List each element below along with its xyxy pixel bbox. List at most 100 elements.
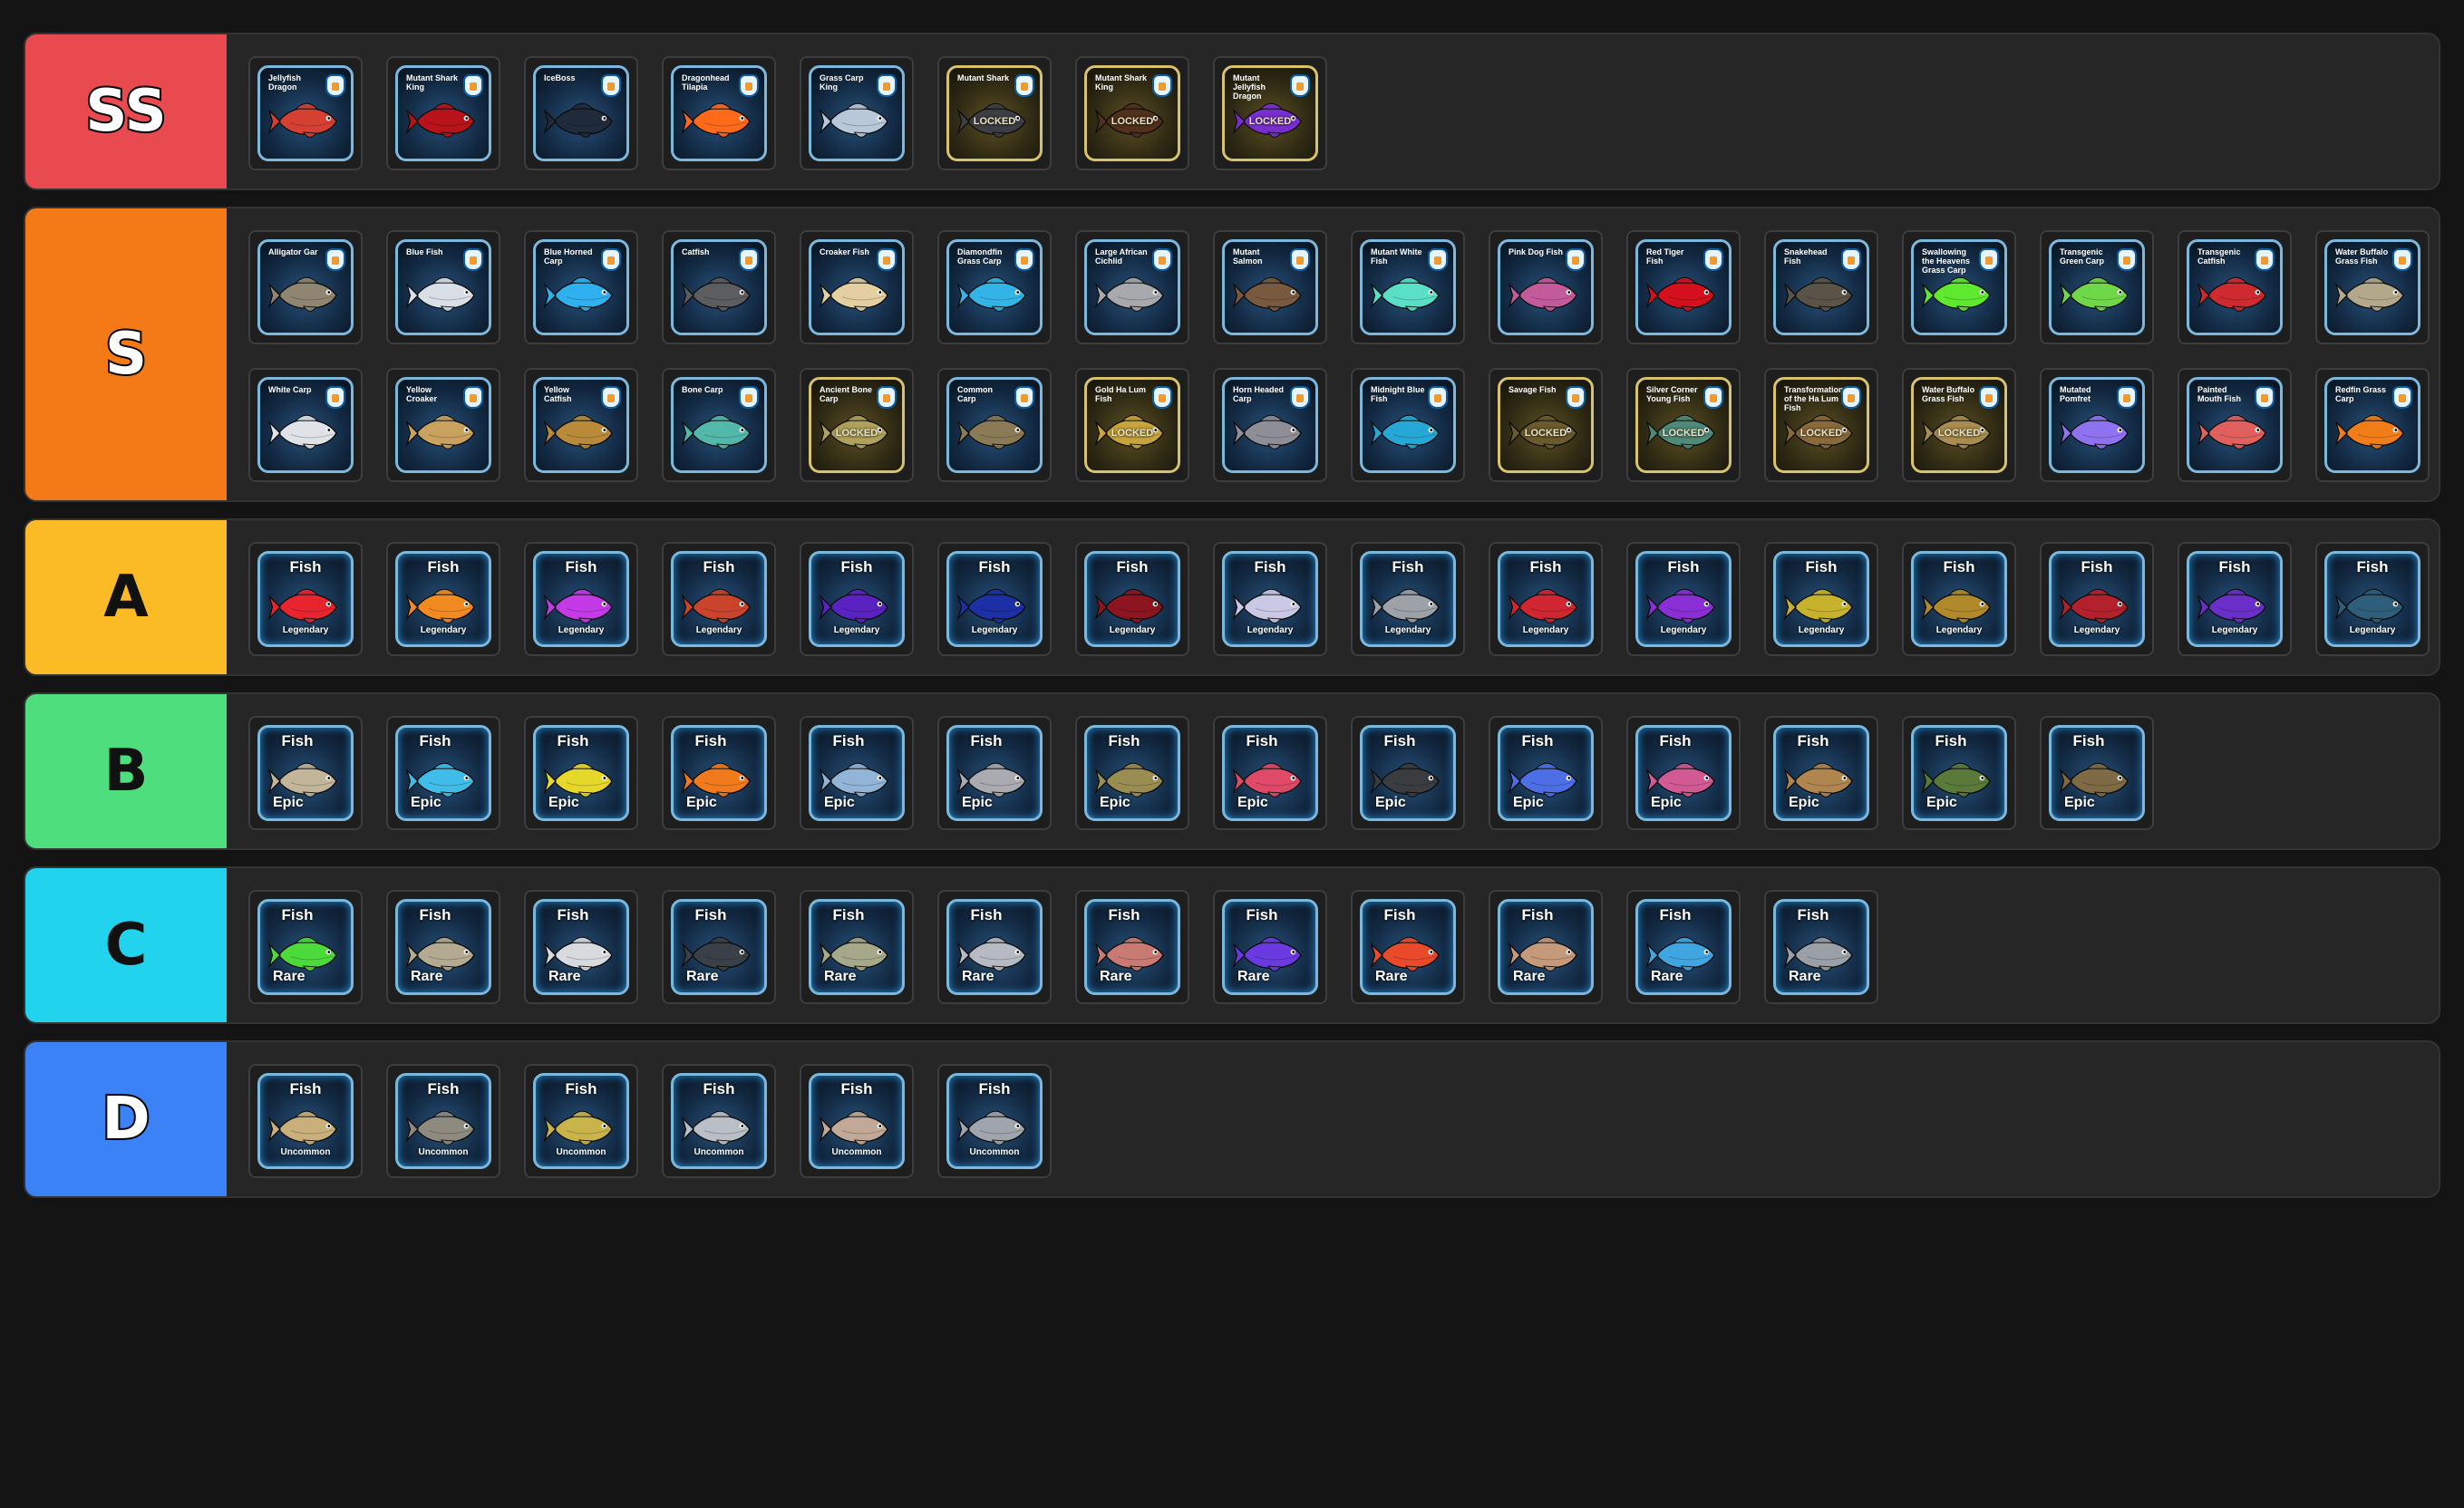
fish-card[interactable]: Fish Epic [937, 716, 1052, 830]
fish-card[interactable]: Fish Legendary [2040, 542, 2154, 656]
fish-card[interactable]: Fish Legendary [1489, 542, 1603, 656]
fish-card[interactable]: Fish Rare [662, 890, 776, 1004]
fish-card[interactable]: Jellyfish Dragon [248, 56, 363, 170]
fish-card[interactable]: Blue Horned Carp [524, 230, 638, 344]
fish-card[interactable]: Gold Ha Lum Fish LOCKED [1075, 368, 1189, 482]
fish-card[interactable]: Fish Rare [386, 890, 500, 1004]
fish-card[interactable]: Fish Uncommon [800, 1064, 914, 1178]
fish-card[interactable]: Fish Legendary [386, 542, 500, 656]
fish-card[interactable]: Fish Epic [386, 716, 500, 830]
fish-card[interactable]: Horn Headed Carp [1213, 368, 1327, 482]
tier-label[interactable]: SS [25, 34, 227, 188]
fish-card[interactable]: Red Tiger Fish [1626, 230, 1741, 344]
fish-card[interactable]: Fish Epic [1764, 716, 1878, 830]
fish-card[interactable]: Water Buffalo Grass Fish [2315, 230, 2430, 344]
fish-card[interactable]: Bone Carp [662, 368, 776, 482]
fish-card[interactable]: Fish Uncommon [662, 1064, 776, 1178]
fish-card[interactable]: Savage Fish LOCKED [1489, 368, 1603, 482]
fish-card[interactable]: Snakehead Fish [1764, 230, 1878, 344]
fish-card[interactable]: Transgenic Catfish [2178, 230, 2292, 344]
fish-name: Fish [978, 1080, 1011, 1097]
fish-card[interactable]: Swallowing the Heavens Grass Carp [1902, 230, 2016, 344]
fish-icon [267, 414, 337, 450]
fish-card[interactable]: Diamondfin Grass Carp [937, 230, 1052, 344]
fish-card[interactable]: Fish Legendary [2178, 542, 2292, 656]
fish-card[interactable]: Fish Legendary [2315, 542, 2430, 656]
fish-card[interactable]: Grass Carp King [800, 56, 914, 170]
fish-card[interactable]: Fish Rare [1075, 890, 1189, 1004]
fish-card[interactable]: Pink Dog Fish [1489, 230, 1603, 344]
fish-card[interactable]: Water Buffalo Grass Fish LOCKED [1902, 368, 2016, 482]
fish-card[interactable]: Transgenic Green Carp [2040, 230, 2154, 344]
fish-card[interactable]: Fish Legendary [1626, 542, 1741, 656]
fish-card[interactable]: Fish Rare [800, 890, 914, 1004]
fish-card[interactable]: Mutated Pomfret [2040, 368, 2154, 482]
fish-card[interactable]: Fish Rare [248, 890, 363, 1004]
fish-card[interactable]: Fish Uncommon [248, 1064, 363, 1178]
fish-card[interactable]: Blue Fish [386, 230, 500, 344]
fish-card[interactable]: Mutant Shark LOCKED [937, 56, 1052, 170]
fish-card[interactable]: Fish Legendary [800, 542, 914, 656]
fish-card[interactable]: Fish Legendary [937, 542, 1052, 656]
fish-card[interactable]: Yellow Croaker [386, 368, 500, 482]
tier-label[interactable]: C [25, 868, 227, 1022]
fish-card[interactable]: White Carp [248, 368, 363, 482]
fish-card[interactable]: Fish Rare [1764, 890, 1878, 1004]
fish-card[interactable]: Fish Rare [1213, 890, 1327, 1004]
fish-card[interactable]: Fish Rare [1351, 890, 1465, 1004]
fish-card[interactable]: Common Carp [937, 368, 1052, 482]
fish-card[interactable]: Fish Legendary [1764, 542, 1878, 656]
fish-card[interactable]: Mutant White Fish [1351, 230, 1465, 344]
fish-card[interactable]: Fish Epic [2040, 716, 2154, 830]
fish-card[interactable]: Fish Rare [524, 890, 638, 1004]
fish-card[interactable]: Fish Legendary [248, 542, 363, 656]
fish-card[interactable]: Fish Epic [1626, 716, 1741, 830]
fish-card[interactable]: Fish Rare [1626, 890, 1741, 1004]
fish-card[interactable]: Fish Epic [524, 716, 638, 830]
tier-items-container: Fish Rare Fish Rare Fish Rare Fish Rare Fish Rare… [227, 868, 2439, 1022]
fish-card[interactable]: Fish Epic [1489, 716, 1603, 830]
fish-card[interactable]: Mutant Shark King LOCKED [1075, 56, 1189, 170]
fish-card[interactable]: Midnight Blue Fish [1351, 368, 1465, 482]
fish-card[interactable]: Fish Rare [937, 890, 1052, 1004]
fish-card[interactable]: Fish Legendary [1213, 542, 1327, 656]
fish-card[interactable]: Alligator Gar [248, 230, 363, 344]
fish-card[interactable]: Mutant Salmon [1213, 230, 1327, 344]
fish-card[interactable]: Fish Legendary [524, 542, 638, 656]
fish-card[interactable]: Fish Epic [1902, 716, 2016, 830]
fish-card[interactable]: Mutant Jellyfish Dragon LOCKED [1213, 56, 1327, 170]
fish-card[interactable]: Fish Epic [248, 716, 363, 830]
fish-card[interactable]: Catfish [662, 230, 776, 344]
fish-card[interactable]: Redfin Grass Carp [2315, 368, 2430, 482]
fish-name: Water Buffalo Grass Fish [2335, 247, 2389, 266]
fish-card-frame: Water Buffalo Grass Fish [2324, 239, 2420, 335]
fish-card[interactable]: Fish Epic [1075, 716, 1189, 830]
fish-card[interactable]: Fish Epic [1213, 716, 1327, 830]
tier-label[interactable]: D [25, 1042, 227, 1196]
fish-card[interactable]: IceBoss [524, 56, 638, 170]
fish-card[interactable]: Fish Uncommon [937, 1064, 1052, 1178]
fish-card[interactable]: Fish Uncommon [386, 1064, 500, 1178]
fish-card[interactable]: Ancient Bone Carp LOCKED [800, 368, 914, 482]
fish-card[interactable]: Fish Legendary [1351, 542, 1465, 656]
fish-card-frame: Fish Rare [533, 899, 629, 995]
fish-card[interactable]: Mutant Shark King [386, 56, 500, 170]
fish-card[interactable]: Large African Cichlid [1075, 230, 1189, 344]
tier-label[interactable]: S [25, 208, 227, 500]
fish-card[interactable]: Fish Epic [1351, 716, 1465, 830]
tier-label[interactable]: B [25, 694, 227, 848]
fish-card[interactable]: Croaker Fish [800, 230, 914, 344]
fish-card[interactable]: Fish Uncommon [524, 1064, 638, 1178]
tier-label[interactable]: A [25, 520, 227, 674]
fish-card[interactable]: Fish Rare [1489, 890, 1603, 1004]
fish-card[interactable]: Fish Legendary [662, 542, 776, 656]
fish-card[interactable]: Fish Epic [662, 716, 776, 830]
fish-card[interactable]: Dragonhead Tilapia [662, 56, 776, 170]
fish-card[interactable]: Silver Corner Young Fish LOCKED [1626, 368, 1741, 482]
fish-card[interactable]: Painted Mouth Fish [2178, 368, 2292, 482]
fish-card[interactable]: Transformation of the Ha Lum Fish LOCKED [1764, 368, 1878, 482]
fish-card[interactable]: Fish Legendary [1902, 542, 2016, 656]
fish-card[interactable]: Fish Legendary [1075, 542, 1189, 656]
fish-card[interactable]: Yellow Catfish [524, 368, 638, 482]
fish-card[interactable]: Fish Epic [800, 716, 914, 830]
